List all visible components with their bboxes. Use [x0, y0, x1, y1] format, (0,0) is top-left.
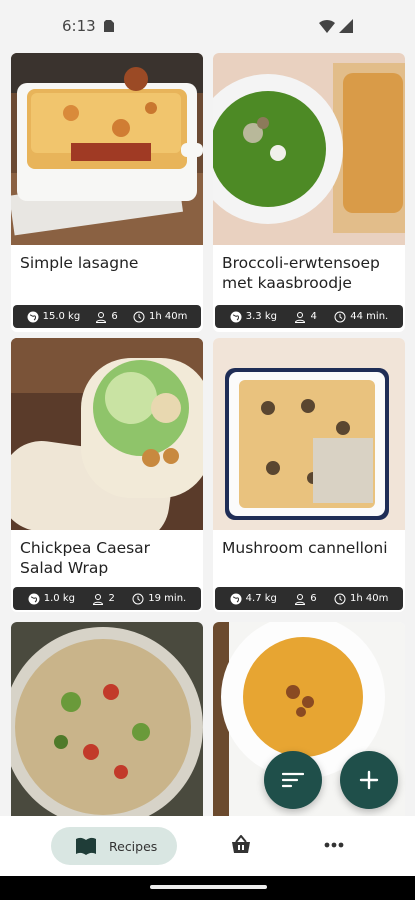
recipe-meta-bar: 15.0 kg 6 1h 40m — [13, 305, 201, 328]
sort-button[interactable] — [264, 751, 322, 809]
servings-value: 6 — [111, 311, 118, 322]
recipe-meta-bar: 4.7 kg 6 1h 40m — [215, 587, 403, 610]
person-icon — [96, 311, 107, 323]
co2-value: 1.0 kg — [43, 593, 75, 604]
recipe-title: Broccoli-erwtensoep met kaasbroodje — [222, 254, 380, 292]
recipe-image — [11, 622, 203, 816]
servings-value: 4 — [310, 311, 317, 322]
recipe-meta-bar: 1.0 kg 2 19 min. — [13, 587, 201, 610]
nav-item-recipes[interactable]: Recipes — [51, 827, 177, 865]
time-value: 1h 40m — [149, 311, 188, 322]
clock-icon — [334, 311, 346, 322]
gesture-bar — [0, 876, 415, 900]
person-icon — [295, 311, 306, 323]
recipe-image — [213, 53, 405, 245]
time-value: 1h 40m — [349, 593, 389, 604]
home-indicator[interactable] — [150, 885, 267, 889]
nav-label-recipes: Recipes — [109, 838, 158, 854]
recipe-title: Simple lasagne — [20, 254, 139, 272]
clock-icon — [334, 593, 346, 604]
recipe-card-mushroom-cannelloni[interactable]: Mushroom cannelloni 4.7 kg 6 1h 40m — [213, 338, 405, 612]
recipe-title: Chickpea Caesar Salad Wrap — [20, 539, 151, 577]
co2-value: 3.3 kg — [245, 311, 277, 322]
recipe-card-broccoli-soup[interactable]: Broccoli-erwtensoep met kaasbroodje 3.3 … — [213, 53, 405, 332]
co2-value: 4.7 kg — [245, 593, 277, 604]
time-value: 44 min. — [350, 311, 389, 322]
person-icon — [295, 593, 306, 605]
sim-card-icon — [103, 20, 114, 32]
sort-icon — [282, 772, 304, 788]
basket-icon[interactable] — [229, 835, 253, 855]
time-value: 19 min. — [148, 593, 187, 604]
person-icon — [93, 593, 104, 605]
add-recipe-button[interactable] — [340, 751, 398, 809]
recipe-image — [11, 338, 203, 530]
globe-icon — [28, 593, 40, 604]
co2-value: 15.0 kg — [42, 311, 81, 322]
globe-icon — [27, 311, 39, 322]
recipe-card-simple-lasagne[interactable]: Simple lasagne 15.0 kg 6 1h 40m — [11, 53, 203, 332]
recipe-meta-bar: 3.3 kg 4 44 min. — [215, 305, 403, 328]
plus-icon — [359, 770, 379, 790]
servings-value: 6 — [310, 593, 317, 604]
recipe-card-chickpea-wrap[interactable]: Chickpea Caesar Salad Wrap 1.0 kg 2 19 m… — [11, 338, 203, 612]
globe-icon — [230, 593, 242, 604]
recipe-image — [213, 338, 405, 530]
recipe-image — [11, 53, 203, 245]
recipe-card-quinoa-salad[interactable] — [11, 622, 203, 816]
status-time: 6:13 — [62, 17, 96, 35]
clock-icon — [133, 311, 145, 322]
signal-icon — [339, 19, 353, 33]
wifi-icon — [319, 19, 335, 33]
clock-icon — [132, 593, 144, 604]
more-icon[interactable] — [324, 842, 344, 848]
bottom-navigation: Recipes — [0, 816, 415, 876]
globe-icon — [230, 311, 242, 322]
servings-value: 2 — [108, 593, 115, 604]
recipe-title: Mushroom cannelloni — [222, 539, 388, 557]
book-icon — [76, 837, 96, 855]
recipes-screen: { "status_bar": { "time": "6:13" }, "rec… — [0, 0, 415, 900]
status-bar: 6:13 — [0, 0, 415, 52]
